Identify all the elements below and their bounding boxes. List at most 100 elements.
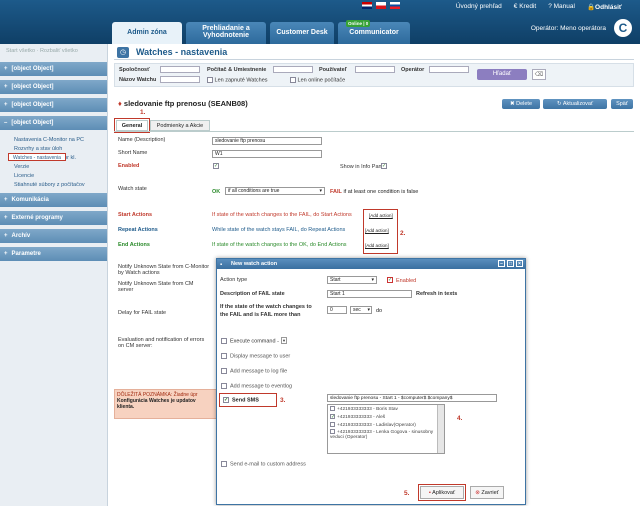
tab-conditions[interactable]: Podmienky a Akcie	[150, 120, 210, 131]
execute-command-option[interactable]: Execute command - ▾	[221, 337, 288, 345]
sidebar-section-cmonitor[interactable]: – [object Object]	[0, 116, 107, 130]
manual-link[interactable]: ? Manual	[548, 3, 575, 11]
email-checkbox[interactable]	[221, 461, 227, 467]
eventlog-checkbox[interactable]	[221, 383, 227, 389]
log-checkbox[interactable]	[221, 368, 227, 374]
language-flags	[362, 2, 400, 9]
app-logo: C	[614, 19, 632, 37]
recipient-item[interactable]: ✓ +421933333333 - Aleš	[328, 413, 444, 421]
sidebar-item-versions[interactable]: Verzie	[0, 162, 107, 171]
marker-1: 1.	[140, 109, 146, 116]
recipient-item[interactable]: +421933333333 - Ladislav(Operator)	[328, 421, 444, 429]
sidebar-section-parameters[interactable]: + Parametre	[0, 247, 107, 261]
delay-unit-select[interactable]: sec ▾	[350, 306, 372, 314]
sidebar-section-archive[interactable]: + Archív	[0, 229, 107, 243]
sidebar-item-licenses[interactable]: Licencie	[0, 171, 107, 180]
expand-all-link[interactable]: Rozbaliť všetko	[40, 48, 78, 54]
sidebar-section-users[interactable]: + [object Object]	[0, 80, 107, 94]
maximize-icon[interactable]: □	[507, 260, 514, 267]
close-button[interactable]: ⊗ Zavrieť	[470, 486, 504, 499]
recipient-checkbox[interactable]: ✓	[330, 413, 335, 419]
back-button[interactable]: Späť	[611, 99, 633, 109]
close-icon[interactable]: ×	[516, 260, 523, 267]
company-input[interactable]	[160, 66, 200, 73]
recipient-item[interactable]: +421933333333 - Lenka Gogova - sinusobny…	[328, 428, 444, 441]
company-label: Spoločnosť	[119, 67, 150, 73]
send-email-option[interactable]: Send e-mail to custom address	[221, 461, 306, 467]
description-input[interactable]: Start 1	[327, 290, 412, 298]
user-input[interactable]	[355, 66, 395, 73]
sidebar-item-settings[interactable]: Nastavenia C-Monitor na PC	[0, 135, 107, 144]
overview-link[interactable]: Úvodný prehľad	[456, 3, 502, 11]
enabled-only-checkbox[interactable]	[207, 77, 213, 83]
state-change-label-2: the FAIL and is FAIL more than	[220, 312, 301, 318]
dialog-icon: ▪	[220, 262, 223, 268]
start-actions-label: Start Actions	[118, 212, 153, 218]
operator-input[interactable]	[429, 66, 469, 73]
repeat-actions-text: While state of the watch stays FAIL, do …	[212, 227, 346, 233]
delete-button[interactable]: ✖ Delete	[502, 99, 540, 109]
eventlog-option[interactable]: Add message to eventlog	[221, 383, 292, 389]
filter-panel: Spoločnosť Počítač & Umiestnenie Používa…	[114, 63, 634, 87]
log-file-option[interactable]: Add message to log file	[221, 368, 287, 374]
sk-flag-icon[interactable]	[390, 2, 400, 9]
sms-template-input[interactable]: sledovanie ftp prenosu - Start 1 - $comp…	[327, 394, 497, 402]
enabled-only-filter[interactable]: Len zapnuté Watches	[207, 77, 268, 83]
state-select[interactable]: if all conditions are true ▾	[225, 187, 325, 195]
sidebar-section-admin-tools[interactable]: + [object Object]	[0, 98, 107, 112]
action-type-label: Action type	[220, 277, 248, 283]
credit-link[interactable]: € Kredit	[514, 3, 536, 11]
recipient-item[interactable]: +421933333333 - Boris Stav	[328, 405, 444, 413]
operator-label: Operátor	[401, 67, 425, 73]
dialog-enabled-checkbox[interactable]: ✓	[387, 277, 393, 283]
sidebar-section-main[interactable]: + [object Object]	[0, 62, 107, 76]
page-title: Watches - nastavenia	[136, 47, 228, 57]
note-body-2: klienta.	[117, 404, 135, 410]
online-only-filter[interactable]: Len online počítače	[290, 77, 345, 83]
chevron-down-icon: ▾	[319, 188, 322, 194]
tab-browse[interactable]: Prehliadanie a Vyhodnotenie	[186, 22, 266, 44]
watch-icon: ◷	[117, 47, 129, 58]
highlight-send-sms	[219, 393, 277, 407]
sidebar-item-downloads[interactable]: Stiahnuté súbory z počítačov	[0, 180, 107, 189]
uk-flag-icon[interactable]	[362, 2, 372, 9]
info-panel-label: Show in Info Panel	[340, 164, 386, 170]
page-header: ◷ Watches - nastavenia	[114, 46, 634, 60]
short-name-input[interactable]: W1	[212, 150, 322, 158]
recipient-checkbox[interactable]	[330, 421, 335, 427]
clear-filter-icon[interactable]: ⌫	[532, 69, 546, 80]
recipients-scrollbar[interactable]	[437, 405, 444, 453]
tab-communicator[interactable]: Online | 0 Communicator	[338, 20, 410, 44]
execute-checkbox[interactable]	[221, 338, 227, 344]
search-button[interactable]: Hľadať	[477, 69, 527, 80]
collapse-all-link[interactable]: Start všetko	[6, 48, 35, 54]
recipient-checkbox[interactable]	[330, 429, 335, 435]
recipient-checkbox[interactable]	[330, 406, 335, 411]
marker-2: 2.	[400, 230, 406, 237]
sidebar-section-communication[interactable]: + Komunikácia	[0, 193, 107, 207]
dialog-titlebar: ▪ New watch action – □ ×	[217, 259, 525, 269]
online-only-checkbox[interactable]	[290, 77, 296, 83]
name-input[interactable]: sledovanie ftp prenosu	[212, 137, 322, 145]
sidebar-item-schedules[interactable]: Rozvrhy a stav úloh	[0, 144, 107, 153]
display-checkbox[interactable]	[221, 353, 227, 359]
sidebar-section-external[interactable]: + Externé programy	[0, 211, 107, 225]
logout-link[interactable]: 🔒Odhlásiť	[587, 3, 622, 11]
delay-input[interactable]: 0	[327, 306, 347, 314]
sidebar: Start všetko · Rozbaliť všetko + [object …	[0, 44, 108, 506]
display-message-option[interactable]: Display message to user	[221, 353, 290, 359]
watch-name-input[interactable]	[160, 76, 200, 83]
start-actions-text: If state of the watch changes to the FAI…	[212, 212, 352, 218]
info-panel-checkbox[interactable]: ✓	[381, 163, 387, 169]
cz-flag-icon[interactable]	[376, 2, 386, 9]
computer-input[interactable]	[273, 66, 313, 73]
enabled-checkbox[interactable]: ✓	[213, 163, 219, 169]
update-button[interactable]: ↻ Aktualizovať	[543, 99, 607, 109]
minimize-icon[interactable]: –	[498, 260, 505, 267]
tab-admin-zone[interactable]: Admin zóna	[112, 22, 182, 44]
sidebar-item-watches[interactable]: Watches - nastavenia	[8, 153, 66, 161]
action-type-select[interactable]: Start ▾	[327, 276, 377, 284]
watch-name-label: Názov Watchu	[119, 77, 157, 83]
tab-customer-desk[interactable]: Customer Desk	[270, 22, 334, 44]
chevron-down-icon: ▾	[367, 307, 370, 313]
